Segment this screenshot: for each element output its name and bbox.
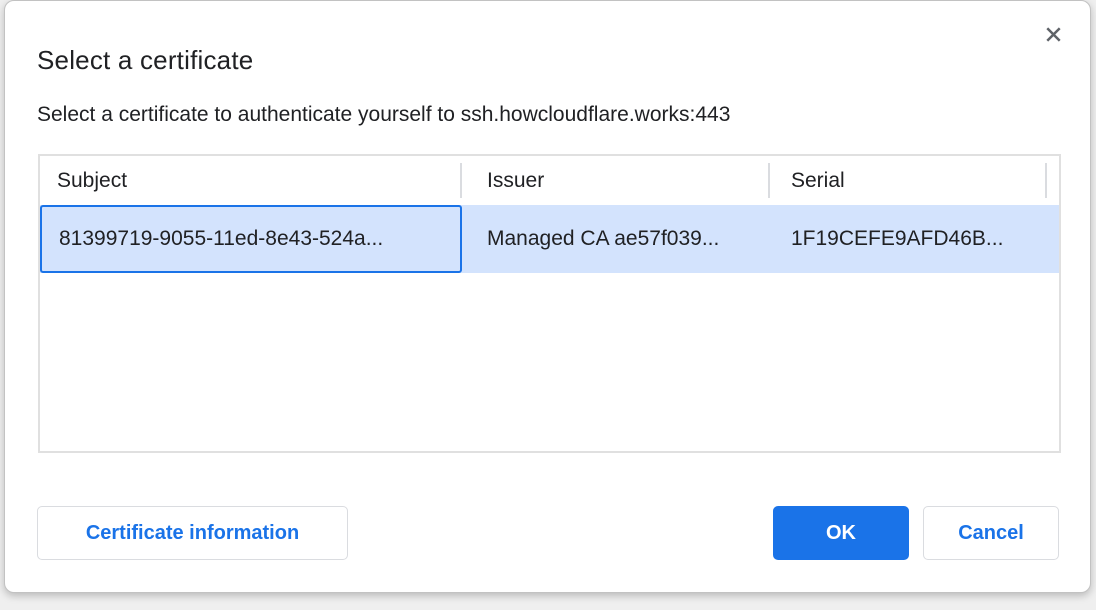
issuer-cell[interactable]: Managed CA ae57f039... — [462, 205, 770, 273]
column-header-issuer: Issuer — [462, 156, 770, 205]
cancel-button[interactable]: Cancel — [923, 506, 1059, 560]
dialog-subtitle: Select a certificate to authenticate you… — [37, 103, 730, 127]
column-header-gutter — [1047, 156, 1059, 205]
column-header-serial-label: Serial — [791, 169, 845, 193]
table-header: Subject Issuer Serial — [40, 156, 1059, 205]
certificate-dialog: Select a certificate Select a certificat… — [4, 0, 1091, 593]
serial-cell[interactable]: 1F19CEFE9AFD46B... — [770, 205, 1047, 273]
column-header-issuer-label: Issuer — [487, 169, 544, 193]
close-button[interactable] — [1032, 13, 1074, 55]
column-header-subject-label: Subject — [57, 169, 127, 193]
column-header-subject: Subject — [40, 156, 462, 205]
certificate-row-selected[interactable]: 81399719-9055-11ed-8e43-524a... Managed … — [40, 205, 1059, 273]
subject-cell[interactable]: 81399719-9055-11ed-8e43-524a... — [40, 205, 462, 273]
dialog-title: Select a certificate — [37, 45, 253, 76]
column-header-serial: Serial — [770, 156, 1047, 205]
gutter-cell — [1047, 205, 1059, 273]
close-icon — [1042, 23, 1065, 46]
certificate-information-button[interactable]: Certificate information — [37, 506, 348, 560]
certificate-table: Subject Issuer Serial 81399719-9055-11ed… — [38, 154, 1061, 453]
ok-button[interactable]: OK — [773, 506, 909, 560]
